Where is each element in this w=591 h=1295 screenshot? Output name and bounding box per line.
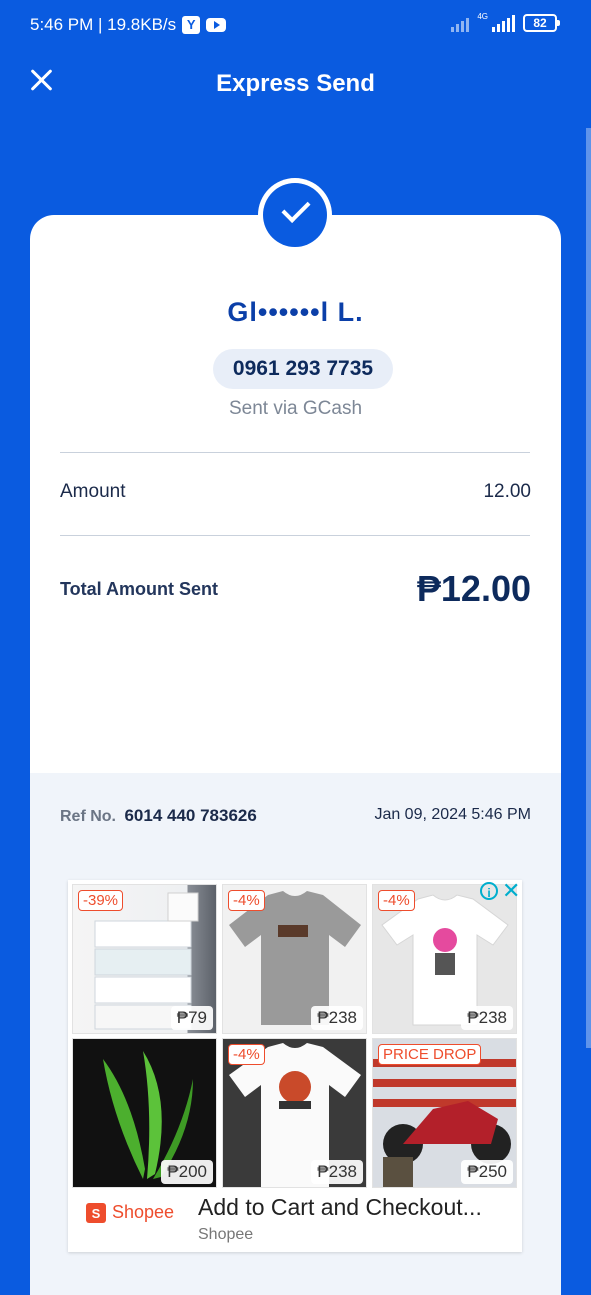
ad-advertiser: Shopee xyxy=(198,1226,254,1243)
total-value: ₱12.00 xyxy=(416,568,531,609)
ad-product-grid: -39% ₱79 -4% ₱238 -4% ₱238 ₱200 -4% ₱238… xyxy=(72,884,518,1188)
sent-via-label: Sent via GCash xyxy=(228,398,363,419)
recipient-name: Gl••••••l L. xyxy=(227,297,364,327)
ad-product-tile[interactable]: -4% ₱238 xyxy=(222,884,367,1034)
product-price: ₱79 xyxy=(170,1006,213,1030)
signal-icon xyxy=(451,14,470,32)
discount-badge: -4% xyxy=(228,1044,265,1065)
amount-label: Amount xyxy=(60,481,126,502)
ad-product-tile[interactable]: ₱200 xyxy=(72,1038,217,1188)
signal-icon-strong xyxy=(492,14,515,32)
amount-value: 12.00 xyxy=(483,481,531,502)
product-price: ₱250 xyxy=(461,1160,513,1184)
total-label: Total Amount Sent xyxy=(60,579,218,599)
shopee-logo: S Shopee xyxy=(86,1202,174,1223)
ref-number: 6014 440 783626 xyxy=(124,806,257,825)
network-label: 4G xyxy=(477,11,488,21)
ad-info-icon[interactable]: i xyxy=(480,882,498,900)
transaction-date: Jan 09, 2024 5:46 PM xyxy=(374,806,531,823)
ad-product-tile[interactable]: -39% ₱79 xyxy=(72,884,217,1034)
y-app-icon: Y xyxy=(182,16,201,34)
ad-headline[interactable]: Add to Cart and Checkout... xyxy=(198,1194,482,1221)
divider xyxy=(60,452,530,453)
ad-product-tile[interactable]: -4% ₱238 xyxy=(372,884,517,1034)
price-drop-badge: PRICE DROP xyxy=(378,1044,482,1065)
product-price: ₱200 xyxy=(161,1160,213,1184)
receipt-card: Gl••••••l L. 0961 293 7735 Sent via GCas… xyxy=(30,215,561,1295)
ref-label: Ref No. xyxy=(60,808,116,825)
shopee-ad[interactable]: i ✕ -39% ₱79 -4% ₱238 -4% ₱238 ₱200 -4% … xyxy=(68,880,522,1252)
discount-badge: -4% xyxy=(378,890,415,911)
shopee-brand: Shopee xyxy=(112,1202,175,1222)
battery-icon: 82 xyxy=(523,14,560,32)
ad-product-tile[interactable]: PRICE DROP ₱250 xyxy=(372,1038,517,1188)
youtube-icon xyxy=(206,18,227,32)
status-time: 5:46 PM | 19.8KB/s xyxy=(30,15,177,34)
ad-product-tile[interactable]: -4% ₱238 xyxy=(222,1038,367,1188)
status-bar: 5:46 PM | 19.8KB/s Y 4G 82 xyxy=(0,0,591,52)
product-price: ₱238 xyxy=(461,1006,513,1030)
divider xyxy=(60,535,530,536)
reference: Ref No. 6014 440 783626 xyxy=(60,806,257,826)
product-price: ₱238 xyxy=(311,1006,363,1030)
ad-close-icon[interactable]: ✕ xyxy=(502,880,520,902)
discount-badge: -4% xyxy=(228,890,265,911)
product-price: ₱238 xyxy=(311,1160,363,1184)
shopee-bag-icon: S xyxy=(86,1202,106,1223)
scrollbar[interactable] xyxy=(586,128,591,1048)
recipient-phone: 0961 293 7735 xyxy=(213,349,393,389)
receipt-footer: Ref No. 6014 440 783626 Jan 09, 2024 5:4… xyxy=(30,773,561,1295)
page-title: Express Send xyxy=(216,70,375,97)
header: Express Send xyxy=(0,52,591,118)
success-check-icon xyxy=(258,178,332,252)
discount-badge: -39% xyxy=(78,890,124,911)
